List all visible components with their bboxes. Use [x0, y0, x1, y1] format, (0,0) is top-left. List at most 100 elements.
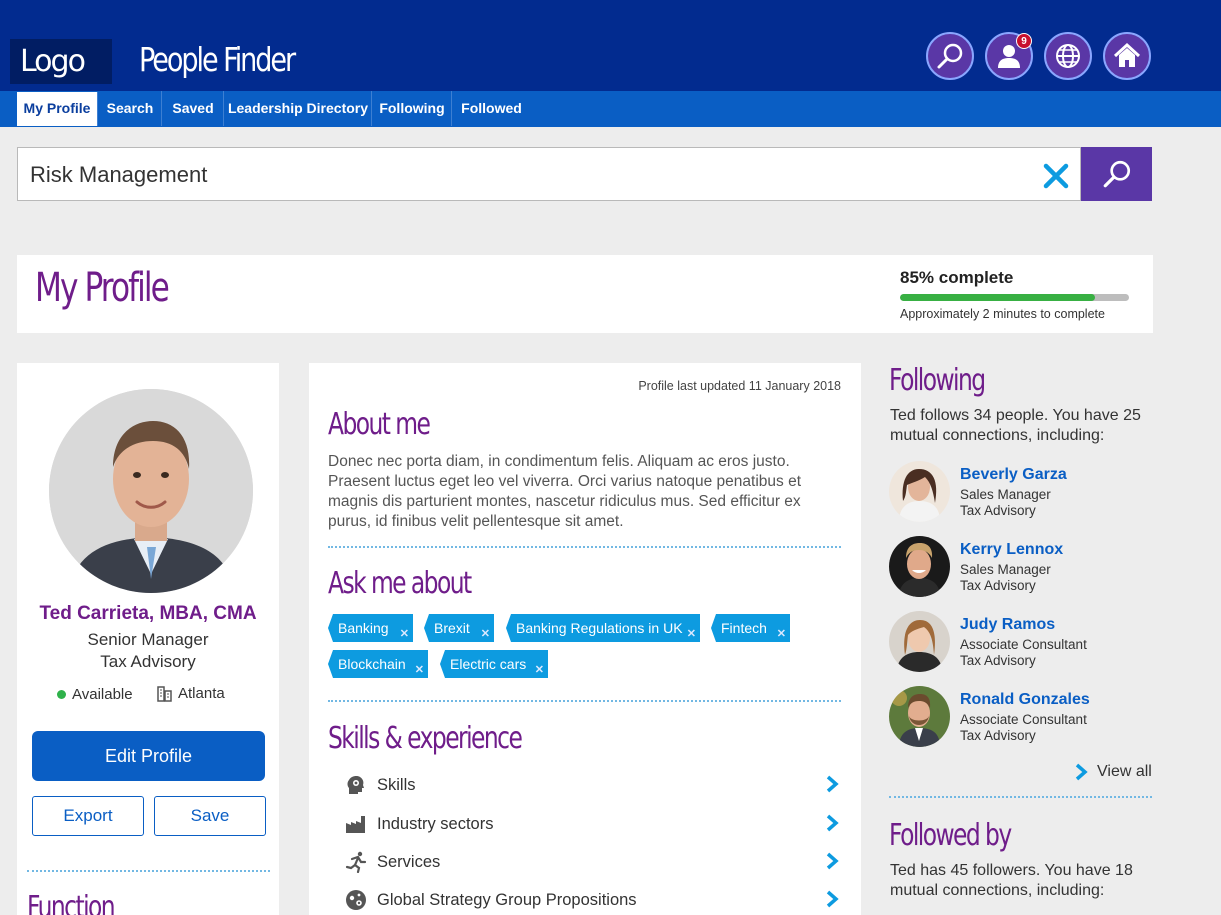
export-button[interactable]: Export	[32, 796, 144, 836]
logo[interactable]: Logo	[10, 39, 112, 84]
tag-label: Banking Regulations in UK	[516, 620, 683, 636]
search-icon	[937, 43, 963, 69]
avatar	[889, 461, 950, 522]
profile-header: My Profile 85% complete Approximately 2 …	[17, 255, 1153, 333]
divider	[889, 796, 1152, 798]
tab-saved[interactable]: Saved	[163, 91, 224, 126]
avatar	[889, 611, 950, 672]
global-strategy-row[interactable]: Global Strategy Group Propositions	[344, 885, 839, 915]
remove-tag-icon[interactable]: ✕	[400, 627, 409, 641]
following-title: Following	[889, 363, 986, 398]
person-name[interactable]: Ronald Gonzales	[960, 691, 1090, 709]
save-button[interactable]: Save	[154, 796, 266, 836]
chevron-right-icon	[826, 852, 839, 870]
close-icon	[1043, 163, 1069, 189]
runner-icon	[344, 850, 368, 874]
person-department: Tax Advisory	[960, 503, 1036, 518]
tab-search[interactable]: Search	[99, 91, 162, 126]
divider	[27, 870, 270, 872]
tag-banking-regulations[interactable]: Banking Regulations in UK ✕	[506, 614, 700, 642]
person-department: Tax Advisory	[960, 578, 1036, 593]
profile-complete-label: 85% complete	[900, 268, 1014, 287]
followed-by-summary: Ted has 45 followers. You have 18 mutual…	[890, 862, 1133, 899]
skills-row[interactable]: Skills	[344, 770, 839, 800]
chevron-right-icon	[826, 814, 839, 832]
tag-blockchain[interactable]: Blockchain ✕	[328, 650, 428, 678]
profile-name: Ted Carrieta, MBA, CMA	[39, 603, 257, 624]
header-home-button[interactable]	[1103, 32, 1151, 80]
profile-complete-hint: Approximately 2 minutes to complete	[900, 307, 1105, 321]
about-text: Donec nec porta diam, in condimentum fel…	[328, 453, 802, 530]
factory-icon	[344, 812, 368, 836]
services-row[interactable]: Services	[344, 847, 839, 877]
tag-electric-cars[interactable]: Electric cars ✕	[440, 650, 548, 678]
skill-label: Skills	[377, 775, 416, 794]
header-globe-button[interactable]	[1044, 32, 1092, 80]
profile-progress-bar	[900, 294, 1129, 301]
person-name[interactable]: Judy Ramos	[960, 616, 1055, 634]
person-title: Associate Consultant	[960, 637, 1087, 652]
status-label: Available	[72, 686, 133, 703]
avatar	[889, 686, 950, 747]
skill-label: Industry sectors	[377, 814, 494, 833]
location-label: Atlanta	[178, 685, 225, 702]
home-icon	[1113, 42, 1141, 67]
industry-sectors-row[interactable]: Industry sectors	[344, 809, 839, 839]
tag-fintech[interactable]: Fintech ✕	[711, 614, 790, 642]
person-title: Sales Manager	[960, 562, 1051, 577]
ask-me-about-title: Ask me about	[328, 566, 472, 601]
profile-details-card: Profile last updated 11 January 2018 Abo…	[309, 363, 861, 915]
following-person[interactable]: Judy Ramos Associate Consultant Tax Advi…	[889, 611, 1154, 675]
tag-label: Fintech	[721, 620, 767, 636]
tag-brexit[interactable]: Brexit ✕	[424, 614, 494, 642]
location: Atlanta	[157, 685, 225, 702]
search-submit-button[interactable]	[1081, 147, 1152, 201]
person-name[interactable]: Beverly Garza	[960, 466, 1067, 484]
skills-title: Skills & experience	[328, 721, 523, 756]
header-search-button[interactable]	[926, 32, 974, 80]
tab-following[interactable]: Following	[373, 91, 452, 126]
person-name[interactable]: Kerry Lennox	[960, 541, 1063, 559]
header-profile-button[interactable]: 9	[985, 32, 1033, 80]
last-updated: Profile last updated 11 January 2018	[638, 379, 841, 393]
remove-tag-icon[interactable]: ✕	[687, 627, 696, 641]
tag-label: Brexit	[434, 620, 470, 636]
chevron-right-icon	[826, 775, 839, 793]
main-nav: My Profile Search Saved Leadership Direc…	[0, 91, 1221, 127]
view-all-link[interactable]: View all	[1074, 762, 1152, 782]
tag-banking[interactable]: Banking ✕	[328, 614, 413, 642]
person-department: Tax Advisory	[960, 653, 1036, 668]
tab-my-profile[interactable]: My Profile	[17, 92, 98, 126]
notification-badge: 9	[1016, 33, 1032, 49]
person-department: Tax Advisory	[960, 728, 1036, 743]
following-person[interactable]: Kerry Lennox Sales Manager Tax Advisory	[889, 536, 1154, 600]
availability-status: Available	[57, 686, 133, 703]
search-icon	[1103, 160, 1130, 188]
view-all-label: View all	[1097, 763, 1152, 780]
remove-tag-icon[interactable]: ✕	[535, 663, 544, 677]
tab-followed[interactable]: Followed	[453, 91, 530, 126]
avatar	[49, 389, 253, 593]
remove-tag-icon[interactable]: ✕	[777, 627, 786, 641]
divider	[328, 700, 841, 702]
clear-search-button[interactable]	[1040, 160, 1072, 192]
head-gear-icon	[344, 773, 368, 797]
remove-tag-icon[interactable]: ✕	[481, 627, 490, 641]
profile-summary-card: Ted Carrieta, MBA, CMA Senior Manager Ta…	[17, 363, 279, 915]
divider	[328, 546, 841, 548]
edit-profile-button[interactable]: Edit Profile	[32, 731, 265, 781]
globe-gear-icon	[344, 888, 368, 912]
tag-label: Banking	[338, 620, 389, 636]
chevron-right-icon	[826, 890, 839, 908]
skill-label: Global Strategy Group Propositions	[377, 890, 637, 909]
remove-tag-icon[interactable]: ✕	[415, 663, 424, 677]
following-person[interactable]: Ronald Gonzales Associate Consultant Tax…	[889, 686, 1154, 750]
tag-label: Blockchain	[338, 656, 406, 672]
search-input[interactable]	[30, 158, 1020, 192]
following-person[interactable]: Beverly Garza Sales Manager Tax Advisory	[889, 461, 1154, 525]
person-title: Associate Consultant	[960, 712, 1087, 727]
page-title: My Profile	[35, 265, 170, 311]
following-summary: Ted follows 34 people. You have 25 mutua…	[890, 407, 1141, 444]
tab-leadership-directory[interactable]: Leadership Directory	[225, 91, 372, 126]
tag-label: Electric cars	[450, 656, 527, 672]
